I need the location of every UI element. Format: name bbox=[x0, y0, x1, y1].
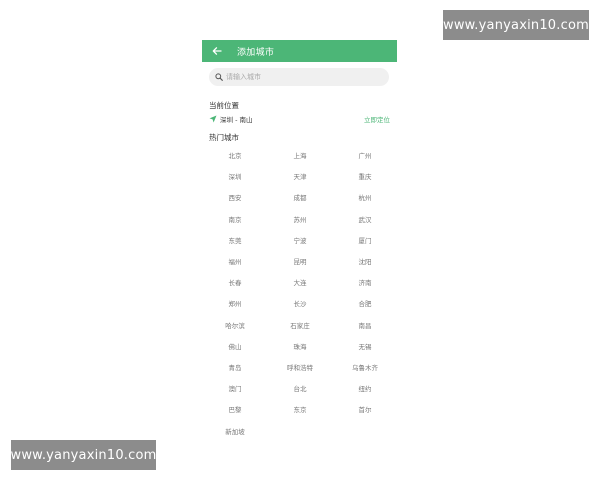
city-item[interactable]: 厦门 bbox=[337, 235, 393, 247]
city-item[interactable]: 无锡 bbox=[337, 341, 393, 353]
location-arrow-icon bbox=[209, 115, 217, 123]
city-item[interactable]: 长沙 bbox=[272, 298, 328, 310]
city-item[interactable]: 澳门 bbox=[207, 383, 263, 395]
city-item[interactable]: 纽约 bbox=[337, 383, 393, 395]
city-item[interactable]: 长春 bbox=[207, 277, 263, 289]
watermark-bottom: www.yanyaxin10.com bbox=[11, 440, 156, 470]
city-item[interactable]: 郑州 bbox=[207, 298, 263, 310]
city-item[interactable]: 北京 bbox=[207, 150, 263, 162]
search-input[interactable] bbox=[226, 73, 376, 81]
city-item[interactable]: 巴黎 bbox=[207, 404, 263, 416]
app-header: 添加城市 bbox=[202, 40, 397, 62]
city-item[interactable]: 苏州 bbox=[272, 214, 328, 226]
city-item[interactable]: 沈阳 bbox=[337, 256, 393, 268]
city-item[interactable]: 成都 bbox=[272, 192, 328, 204]
city-item[interactable]: 宁波 bbox=[272, 235, 328, 247]
city-item[interactable]: 首尔 bbox=[337, 404, 393, 416]
city-item[interactable]: 深圳 bbox=[207, 171, 263, 183]
locate-now-button[interactable]: 立即定位 bbox=[364, 114, 390, 124]
city-item[interactable]: 石家庄 bbox=[272, 320, 328, 332]
city-item[interactable]: 南昌 bbox=[337, 320, 393, 332]
city-item[interactable]: 重庆 bbox=[337, 171, 393, 183]
watermark-top: www.yanyaxin10.com bbox=[443, 10, 589, 40]
city-item[interactable]: 佛山 bbox=[207, 341, 263, 353]
city-item[interactable]: 武汉 bbox=[337, 214, 393, 226]
current-location-title: 当前位置 bbox=[209, 101, 239, 110]
current-location-row: 深圳 - 南山 立即定位 bbox=[209, 114, 390, 124]
city-item[interactable]: 合肥 bbox=[337, 298, 393, 310]
city-item[interactable]: 昆明 bbox=[272, 256, 328, 268]
hot-cities-title: 热门城市 bbox=[209, 133, 239, 142]
city-item[interactable]: 新加坡 bbox=[207, 426, 263, 438]
current-location[interactable]: 深圳 - 南山 bbox=[209, 114, 252, 124]
city-item[interactable]: 西安 bbox=[207, 192, 263, 204]
page-title: 添加城市 bbox=[237, 47, 275, 58]
city-item[interactable]: 福州 bbox=[207, 256, 263, 268]
city-item[interactable]: 南京 bbox=[207, 214, 263, 226]
city-item[interactable]: 乌鲁木齐 bbox=[337, 362, 393, 374]
city-item[interactable]: 东莞 bbox=[207, 235, 263, 247]
city-item[interactable]: 大连 bbox=[272, 277, 328, 289]
add-city-screen: 添加城市 当前位置 深圳 - 南山 立即定位 热门城市 北京上海广州深圳天津重庆… bbox=[202, 40, 397, 480]
city-item[interactable]: 广州 bbox=[337, 150, 393, 162]
city-item[interactable]: 东京 bbox=[272, 404, 328, 416]
city-item[interactable]: 珠海 bbox=[272, 341, 328, 353]
current-location-value: 深圳 - 南山 bbox=[220, 116, 253, 124]
arrow-left-icon[interactable] bbox=[210, 44, 224, 58]
city-item[interactable]: 哈尔滨 bbox=[207, 320, 263, 332]
city-item[interactable]: 济南 bbox=[337, 277, 393, 289]
city-item[interactable]: 青岛 bbox=[207, 362, 263, 374]
city-item[interactable]: 呼和浩特 bbox=[272, 362, 328, 374]
search-bar[interactable] bbox=[209, 68, 389, 86]
city-item[interactable]: 台北 bbox=[272, 383, 328, 395]
city-item[interactable]: 上海 bbox=[272, 150, 328, 162]
search-icon bbox=[215, 73, 223, 81]
city-item[interactable]: 杭州 bbox=[337, 192, 393, 204]
city-item[interactable]: 天津 bbox=[272, 171, 328, 183]
